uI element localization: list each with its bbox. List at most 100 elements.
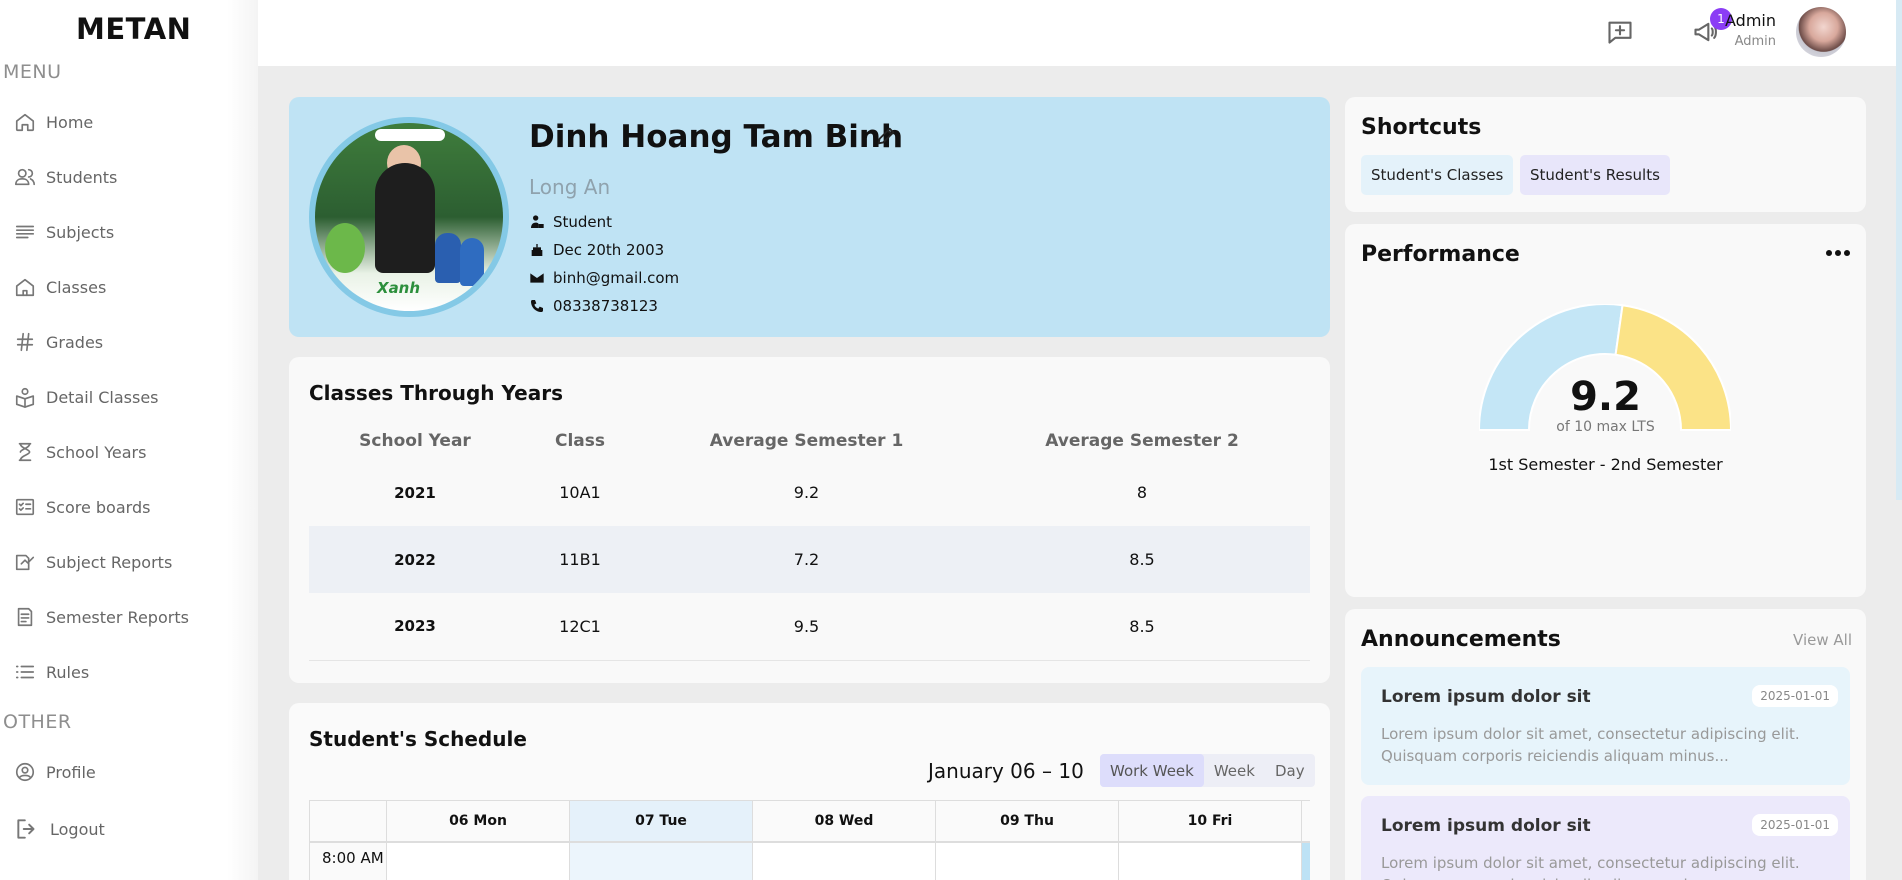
user-name[interactable]: Admin xyxy=(1725,11,1776,30)
profile-role: Student xyxy=(553,213,613,231)
sidebar-item-home[interactable]: Home xyxy=(14,105,244,139)
menu-section-label: MENU xyxy=(3,61,62,83)
sidebar-item-label: Grades xyxy=(46,332,104,352)
sidebar: METAN MENU Home Students Subjects Classe… xyxy=(0,0,258,880)
announcements-button[interactable]: 1 xyxy=(1692,8,1732,46)
list-icon xyxy=(15,665,35,679)
sidebar-item-score-boards[interactable]: Score boards xyxy=(14,490,244,524)
sidebar-item-grades[interactable]: Grades xyxy=(14,325,244,359)
view-week-button[interactable]: Week xyxy=(1204,754,1265,787)
day-header: 06 Mon xyxy=(386,801,569,841)
sidebar-item-label: Score boards xyxy=(46,497,151,517)
announcement-date: 2025-01-01 xyxy=(1752,814,1838,836)
shortcuts-title: Shortcuts xyxy=(1361,115,1482,140)
profile-role-row: Student xyxy=(529,213,612,231)
sidebar-item-subjects[interactable]: Subjects xyxy=(14,215,244,249)
sidebar-item-logout[interactable]: Logout xyxy=(14,812,244,846)
day-header: 09 Thu xyxy=(935,801,1118,841)
cake-icon xyxy=(531,244,543,256)
sidebar-item-school-years[interactable]: School Years xyxy=(14,435,244,469)
announcements-card: Announcements View All Lorem ipsum dolor… xyxy=(1345,609,1866,880)
table-header-row: School Year Class Average Semester 1 Ave… xyxy=(309,423,1310,459)
app-logo[interactable]: METAN xyxy=(76,12,191,46)
view-day-button[interactable]: Day xyxy=(1265,754,1315,787)
table-row: 2022 11B1 7.2 8.5 xyxy=(309,526,1310,593)
mail-icon xyxy=(530,273,544,283)
sidebar-item-label: Home xyxy=(46,112,94,132)
edit-profile-button[interactable] xyxy=(875,125,897,147)
sidebar-item-label: Subjects xyxy=(46,222,115,242)
schedule-scrollbar[interactable] xyxy=(1301,843,1310,880)
announcement-body: Lorem ipsum dolor sit amet, consectetur … xyxy=(1381,725,1800,765)
schedule-slot[interactable] xyxy=(935,843,1118,880)
table-cell: 9.5 xyxy=(639,593,974,661)
classes-title: Classes Through Years xyxy=(309,381,563,405)
table-cell: 7.2 xyxy=(639,526,974,593)
sidebar-item-subject-reports[interactable]: Subject Reports xyxy=(14,545,244,579)
photo-brand-text: Xanh xyxy=(377,279,421,297)
profile-location: Long An xyxy=(529,175,611,199)
view-all-link[interactable]: View All xyxy=(1793,631,1852,649)
shortcut-student-results[interactable]: Student's Results xyxy=(1520,155,1670,195)
schedule-header: 06 Mon 07 Tue 08 Wed 09 Thu 10 Fri xyxy=(309,801,1310,843)
logout-icon xyxy=(17,819,35,839)
day-header-today: 07 Tue xyxy=(569,801,752,841)
table-cell: 10A1 xyxy=(559,483,601,502)
user-lock-icon xyxy=(531,215,544,228)
home-icon xyxy=(15,113,35,132)
sidebar-item-semester-reports[interactable]: Semester Reports xyxy=(14,600,244,634)
announcement-item[interactable]: Lorem ipsum dolor sit 2025-01-01 Lorem i… xyxy=(1361,796,1850,880)
profile-email: binh@gmail.com xyxy=(553,269,680,287)
sidebar-item-profile[interactable]: Profile xyxy=(14,755,244,789)
report-icon xyxy=(15,554,35,571)
schedule-date-range: January 06 – 10 xyxy=(928,759,1084,783)
hash-icon xyxy=(16,332,34,352)
sidebar-item-classes[interactable]: Classes xyxy=(14,270,244,304)
avatar[interactable] xyxy=(1796,7,1846,57)
table-cell: 9.2 xyxy=(793,483,820,502)
feedback-button[interactable] xyxy=(1606,18,1634,46)
sidebar-item-label: Logout xyxy=(50,819,105,839)
sidebar-item-label: Classes xyxy=(46,277,107,297)
document-icon xyxy=(17,607,33,627)
shortcuts-card: Shortcuts Student's Classes Student's Re… xyxy=(1345,97,1866,212)
phone-icon xyxy=(531,300,543,312)
table-row: 2021 10A1 9.2 8 xyxy=(309,459,1310,526)
other-section-label: OTHER xyxy=(3,711,72,733)
book-user-icon xyxy=(15,387,35,408)
sidebar-item-students[interactable]: Students xyxy=(14,160,244,194)
view-work-week-button[interactable]: Work Week xyxy=(1100,754,1204,787)
schedule-slot[interactable] xyxy=(569,843,752,880)
more-options-icon[interactable] xyxy=(1825,248,1851,258)
profile-card: Xanh Dinh Hoang Tam Binh Long An Student… xyxy=(289,97,1330,337)
announcement-body: Lorem ipsum dolor sit amet, consectetur … xyxy=(1381,854,1800,880)
view-switch: Work Week Week Day xyxy=(1100,754,1315,787)
sidebar-item-rules[interactable]: Rules xyxy=(14,655,244,689)
classes-card: Classes Through Years School Year Class … xyxy=(289,357,1330,683)
shortcut-student-classes[interactable]: Student's Classes xyxy=(1361,155,1514,195)
pencil-icon xyxy=(877,127,895,145)
column-header: Average Semester 1 xyxy=(709,431,904,451)
schedule-slot[interactable] xyxy=(752,843,935,880)
performance-caption: 1st Semester - 2nd Semester xyxy=(1488,455,1723,474)
announcement-title: Lorem ipsum dolor sit xyxy=(1381,816,1591,836)
sidebar-item-label: Profile xyxy=(46,762,96,782)
column-header: Class xyxy=(554,431,605,451)
table-cell: 8.5 xyxy=(974,593,1310,661)
announcement-item[interactable]: Lorem ipsum dolor sit 2025-01-01 Lorem i… xyxy=(1361,667,1850,785)
sidebar-item-label: Detail Classes xyxy=(46,387,159,407)
schedule-slot[interactable] xyxy=(1118,843,1301,880)
table-cell: 11B1 xyxy=(521,526,639,593)
table-cell: 8.5 xyxy=(974,526,1310,593)
profile-email-row: binh@gmail.com xyxy=(529,269,679,287)
profile-birthday-row: Dec 20th 2003 xyxy=(529,241,664,259)
profile-phone-row: 08338738123 xyxy=(529,297,658,315)
sidebar-item-label: Subject Reports xyxy=(46,552,173,572)
profile-photo: Xanh xyxy=(309,117,509,317)
scrollbar[interactable] xyxy=(1896,0,1902,500)
sidebar-item-label: Students xyxy=(46,167,118,187)
schedule-slot[interactable] xyxy=(386,843,569,880)
table-row: 2023 12C1 9.5 8.5 xyxy=(309,593,1310,661)
performance-card: Performance 9.2 of 10 max LTS 1st Semest… xyxy=(1345,224,1866,597)
sidebar-item-detail-classes[interactable]: Detail Classes xyxy=(14,380,244,414)
